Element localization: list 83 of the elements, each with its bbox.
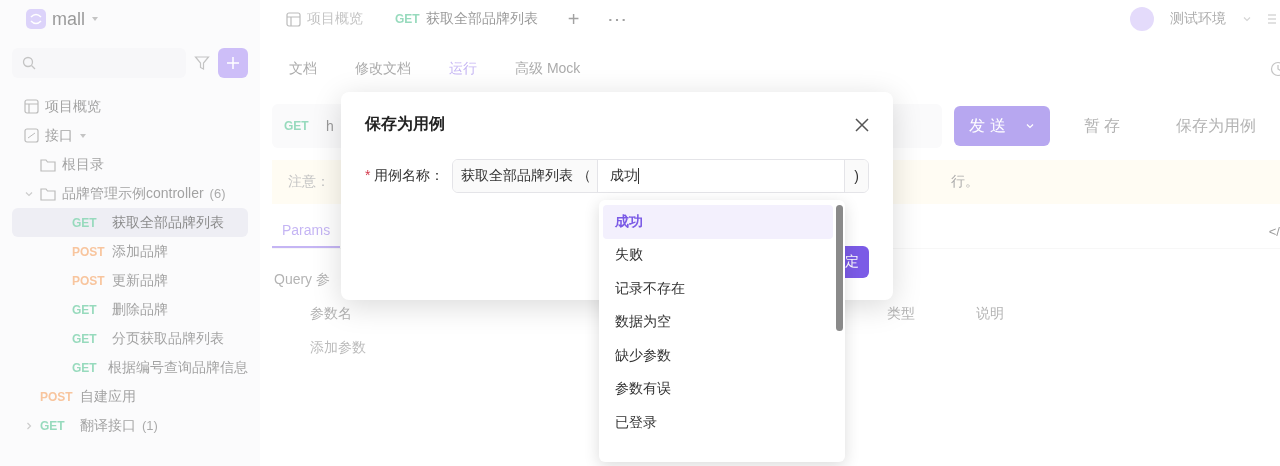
tab[interactable]: 高级 Mock (498, 60, 598, 78)
search-icon (22, 56, 36, 70)
api-item[interactable]: GET 删除品牌 (12, 295, 248, 324)
stash-button[interactable]: 暂 存 (1062, 106, 1143, 146)
field-label: 用例名称： (374, 167, 445, 185)
dialog-title: 保存为用例 (365, 114, 445, 134)
dropdown-option[interactable]: 失败 (603, 238, 833, 272)
save-case-button[interactable]: 保存为用例 (1154, 106, 1279, 146)
api-name: 自建应用 (80, 387, 136, 406)
logo-icon (26, 9, 46, 29)
folder-label[interactable]: 品牌管理示例controller (62, 184, 204, 203)
scrollbar[interactable] (836, 205, 843, 331)
method-tag: GET (40, 418, 74, 433)
plus-icon (226, 56, 240, 70)
project-name[interactable]: mall (52, 8, 85, 30)
add-tab-button[interactable]: + (555, 7, 592, 31)
api-icon (24, 128, 39, 143)
api-item[interactable]: POST 自建应用 (12, 382, 248, 411)
api-item[interactable]: GET 根据编号查询品牌信息 (12, 353, 248, 382)
tree-label[interactable]: 项目概览 (45, 97, 101, 116)
caret-icon[interactable] (79, 132, 87, 139)
method-tag: POST (40, 389, 74, 404)
api-name: 获取全部品牌列表 (112, 213, 224, 232)
api-item[interactable]: GET 翻译接口 (1) (12, 411, 248, 440)
method-tag: GET (72, 331, 106, 346)
folder-icon (40, 186, 56, 201)
method-tag: GET (395, 12, 420, 26)
api-item[interactable]: GET 获取全部品牌列表 (12, 208, 248, 237)
item-count: (6) (209, 186, 226, 201)
api-item[interactable]: POST 添加品牌 (12, 237, 248, 266)
api-item[interactable]: POST 更新品牌 (12, 266, 248, 295)
menu-icon[interactable] (1268, 13, 1276, 25)
chevron-icon[interactable] (24, 420, 34, 431)
api-name: 根据编号查询品牌信息 (108, 358, 248, 377)
layout-icon (286, 11, 301, 27)
layout-icon (24, 99, 39, 114)
method-tag: GET (72, 215, 106, 230)
method-tag: POST (72, 273, 106, 288)
filter-icon[interactable] (194, 55, 210, 71)
chevron-icon (1024, 121, 1035, 131)
search-field[interactable] (12, 48, 186, 78)
tree-label[interactable]: 接口 (45, 126, 73, 145)
chevron-icon (1242, 14, 1252, 24)
api-name: 添加品牌 (112, 242, 168, 261)
confirm-button[interactable]: 定 (845, 246, 869, 278)
dropdown-option[interactable]: 数据为空 (603, 305, 833, 339)
code-toggle[interactable]: </ (1268, 223, 1280, 239)
close-icon (855, 117, 869, 132)
required-mark: * (365, 167, 371, 185)
environment-select[interactable]: 测试环境 (1164, 9, 1258, 29)
api-name: 分页获取品牌列表 (112, 329, 224, 348)
method-tag: POST (72, 244, 106, 259)
add-button[interactable] (218, 48, 248, 78)
section-title: Query 参 (274, 271, 330, 289)
dropdown-option[interactable]: 缺少参数 (603, 339, 833, 373)
caret-icon[interactable] (91, 16, 99, 22)
avatar[interactable] (1130, 7, 1154, 31)
dropdown-option[interactable]: 已登录 (603, 406, 833, 440)
send-button[interactable]: 发 送 (954, 106, 1050, 146)
dropdown-option[interactable]: 参数有误 (603, 372, 833, 406)
close-button[interactable] (855, 117, 869, 132)
column-header: 说明 (976, 305, 1004, 323)
tab[interactable]: 项目概览 (272, 0, 377, 38)
dropdown-option[interactable]: 成功 (603, 205, 833, 239)
tab[interactable]: 修改文档 (338, 60, 428, 78)
folder-icon (40, 157, 56, 172)
api-name: 删除品牌 (112, 300, 168, 319)
item-count: (1) (142, 418, 158, 433)
method-tag: GET (72, 302, 106, 317)
api-name: 更新品牌 (112, 271, 168, 290)
method-tag: GET (72, 360, 102, 375)
api-name: 翻译接口 (80, 416, 136, 435)
dropdown-option[interactable]: 记录不存在 (603, 272, 833, 306)
notice-text: 行。 (951, 173, 979, 191)
tab[interactable]: 运行 (432, 60, 494, 78)
add-param-link[interactable]: 添加参数 (310, 339, 366, 357)
more-button[interactable]: ⋯ (595, 7, 640, 31)
tab[interactable]: 文档 (272, 60, 334, 78)
notice-text: 注意： (288, 173, 330, 191)
folder-label[interactable]: 根目录 (62, 155, 104, 174)
api-item[interactable]: GET 分页获取品牌列表 (12, 324, 248, 353)
column-header: 类型 (887, 305, 915, 323)
column-header: 参数名 (310, 305, 352, 323)
